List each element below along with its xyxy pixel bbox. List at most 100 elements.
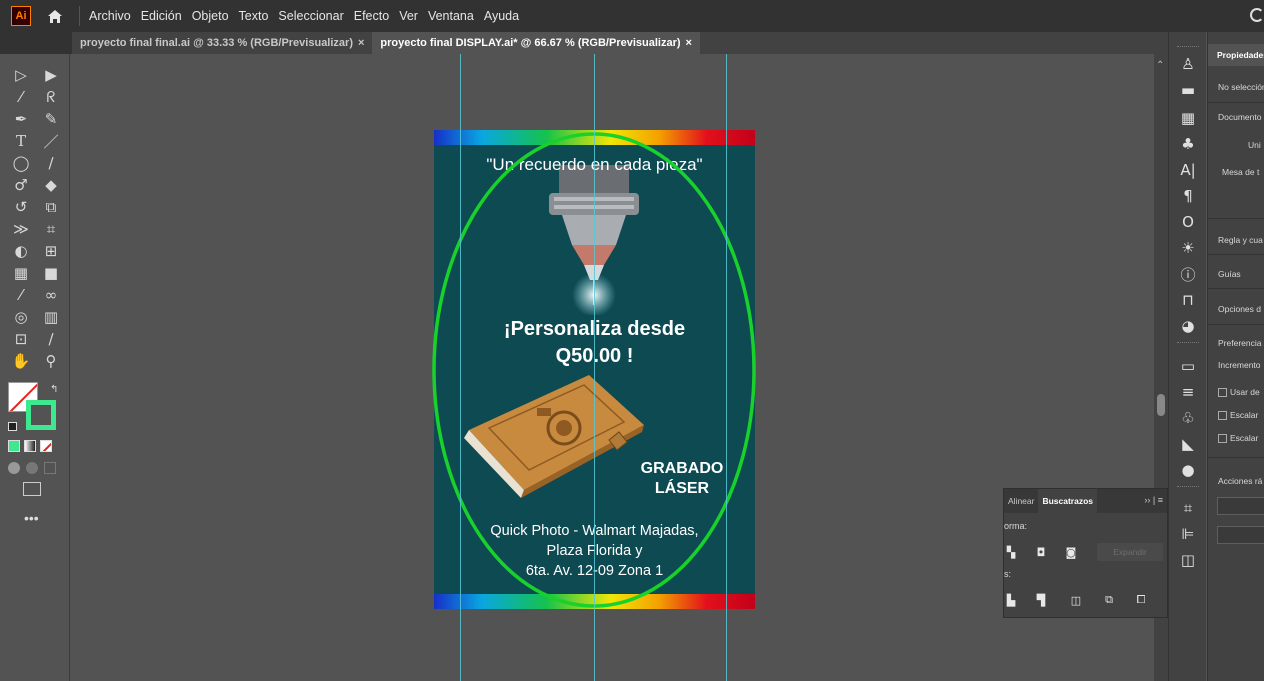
tab-proyecto-final-display[interactable]: proyecto final DISPLAY.ai* @ 66.67 % (RG…	[372, 32, 700, 54]
transform-panel-icon[interactable]: ⌗	[1178, 498, 1198, 518]
close-icon[interactable]: ×	[686, 37, 692, 49]
curvature-tool-icon[interactable]: ✎	[38, 108, 64, 130]
width-tool-icon[interactable]: ≫	[8, 218, 34, 240]
info-icon[interactable]: ⓘ	[1178, 264, 1198, 284]
color-mode-icon[interactable]	[8, 440, 20, 452]
eraser-tool-icon[interactable]: ◆	[38, 174, 64, 196]
menu-texto[interactable]: Texto	[234, 9, 274, 23]
libraries-icon[interactable]: ♙	[1178, 54, 1198, 74]
menu-ver[interactable]: Ver	[394, 9, 423, 23]
shape-builder-tool-icon[interactable]: ◐	[8, 240, 34, 262]
transform-icon[interactable]: ⊓	[1178, 290, 1198, 310]
layers-icon[interactable]: ▬	[1178, 80, 1198, 100]
menu-ventana[interactable]: Ventana	[423, 9, 479, 23]
tab-proyecto-final-final[interactable]: proyecto final final.ai @ 33.33 % (RGB/P…	[72, 32, 372, 54]
stroke-panel-icon[interactable]: ≡	[1178, 382, 1198, 402]
selection-tool-icon[interactable]: ▷	[8, 64, 34, 86]
checkbox-box[interactable]	[1218, 433, 1227, 443]
color-guide-icon[interactable]: ♧	[1178, 408, 1198, 428]
trim-icon[interactable]: ▜	[1034, 593, 1048, 607]
menu-ayuda[interactable]: Ayuda	[479, 9, 524, 23]
checkbox-use-preview[interactable]: Usar de	[1218, 387, 1260, 397]
zoom-tool-icon[interactable]: ⚲	[38, 350, 64, 372]
menu-archivo[interactable]: Archivo	[84, 9, 136, 23]
appearance-icon[interactable]: ◕	[1178, 316, 1198, 336]
menu-edicion[interactable]: Edición	[136, 9, 187, 23]
panel-menu-icon[interactable]: ›› | ≡	[1144, 495, 1163, 505]
pathfinder-panel-icon[interactable]: ◫	[1178, 550, 1198, 570]
draw-normal-icon[interactable]	[8, 462, 20, 474]
chevron-up-icon[interactable]: ⌃	[1156, 60, 1164, 71]
stroke-swatch[interactable]	[26, 400, 56, 430]
brightness-icon[interactable]: ☀	[1178, 238, 1198, 258]
symbol-sprayer-tool-icon[interactable]: ◎	[8, 306, 34, 328]
lasso-tool-icon[interactable]: ᖇ	[38, 86, 64, 108]
vertical-guide[interactable]	[460, 54, 461, 681]
canvas[interactable]: "Un recuerdo en cada pieza" ¡Personaliza…	[72, 54, 1154, 681]
checkbox-scale-strokes[interactable]: Escalar	[1218, 433, 1258, 443]
paragraph-icon[interactable]: ¶	[1178, 186, 1198, 206]
gradient-panel-icon[interactable]: ▭	[1178, 356, 1198, 376]
close-icon[interactable]: ×	[358, 37, 364, 49]
menu-efecto[interactable]: Efecto	[349, 9, 394, 23]
ellipse-tool-icon[interactable]: ◯	[8, 152, 34, 174]
tab-propiedades[interactable]: Propiedades	[1208, 44, 1264, 66]
rotate-tool-icon[interactable]: ↺	[8, 196, 34, 218]
unite-icon[interactable]: ▚	[1004, 545, 1018, 559]
blend-tool-icon[interactable]: ∞	[38, 284, 64, 306]
swatches-icon[interactable]: ▦	[1178, 108, 1198, 128]
column-graph-tool-icon[interactable]: ▥	[38, 306, 64, 328]
swap-fill-stroke-icon[interactable]: ↰	[50, 384, 58, 395]
perspective-grid-tool-icon[interactable]: ⊞	[38, 240, 64, 262]
default-fill-stroke-icon[interactable]	[8, 422, 17, 431]
checkbox-box[interactable]	[1218, 387, 1227, 397]
free-transform-tool-icon[interactable]: ⌗	[38, 218, 64, 240]
tab-buscatrazos[interactable]: Buscatrazos	[1038, 489, 1098, 513]
expand-button[interactable]: Expandir	[1097, 543, 1163, 561]
quick-action-button[interactable]	[1217, 526, 1264, 544]
graphic-styles-icon[interactable]: ●	[1178, 460, 1198, 480]
magic-wand-tool-icon[interactable]: ⁄	[8, 86, 34, 108]
menu-objeto[interactable]: Objeto	[187, 9, 234, 23]
paintbrush-tool-icon[interactable]: ∕	[38, 152, 64, 174]
units-dropdown[interactable]: Uni	[1248, 140, 1261, 150]
draw-inside-icon[interactable]	[44, 462, 56, 474]
screen-mode-icon[interactable]	[23, 482, 41, 496]
artboard-tool-icon[interactable]: ⊡	[8, 328, 34, 350]
checkbox-scale-corners[interactable]: Escalar	[1218, 410, 1258, 420]
none-mode-icon[interactable]	[40, 440, 52, 452]
pen-tool-icon[interactable]: ✒	[8, 108, 34, 130]
mesh-tool-icon[interactable]: ▦	[8, 262, 34, 284]
shaper-tool-icon[interactable]: ♂	[8, 174, 34, 196]
direct-selection-tool-icon[interactable]: ▶	[38, 64, 64, 86]
outline-icon[interactable]: ⧠	[1134, 593, 1148, 607]
line-tool-icon[interactable]: ／	[38, 130, 64, 152]
vertical-guide[interactable]	[726, 54, 727, 681]
divide-icon[interactable]: ▙	[1004, 593, 1018, 607]
search-icon[interactable]	[1250, 8, 1264, 22]
gradient-tool-icon[interactable]: ■	[38, 262, 64, 284]
hand-tool-icon[interactable]: ✋	[8, 350, 34, 372]
symbols-icon[interactable]: ♣	[1178, 134, 1198, 154]
menu-seleccionar[interactable]: Seleccionar	[273, 9, 348, 23]
transparency-icon[interactable]: ◣	[1178, 434, 1198, 454]
type-tool-icon[interactable]: T	[8, 130, 34, 152]
merge-icon[interactable]: ◫	[1069, 593, 1083, 607]
scale-tool-icon[interactable]: ⧉	[38, 196, 64, 218]
scrollbar-thumb[interactable]	[1157, 394, 1165, 416]
crop-icon[interactable]: ⧉	[1102, 593, 1116, 607]
vertical-guide[interactable]	[594, 54, 595, 681]
home-icon[interactable]	[45, 6, 65, 26]
draw-behind-icon[interactable]	[26, 462, 38, 474]
opentype-icon[interactable]: O	[1178, 212, 1198, 232]
quick-action-button[interactable]	[1217, 497, 1264, 515]
checkbox-box[interactable]	[1218, 410, 1227, 420]
eyedropper-tool-icon[interactable]: ⁄	[8, 284, 34, 306]
intersect-icon[interactable]: ◙	[1064, 545, 1078, 559]
gradient-mode-icon[interactable]	[24, 440, 36, 452]
tab-alinear[interactable]: Alinear	[1004, 496, 1038, 506]
minus-front-icon[interactable]: ◘	[1034, 545, 1048, 559]
slice-tool-icon[interactable]: ∕	[38, 328, 64, 350]
character-icon[interactable]: A|	[1178, 160, 1198, 180]
align-panel-icon[interactable]: ⊫	[1178, 524, 1198, 544]
